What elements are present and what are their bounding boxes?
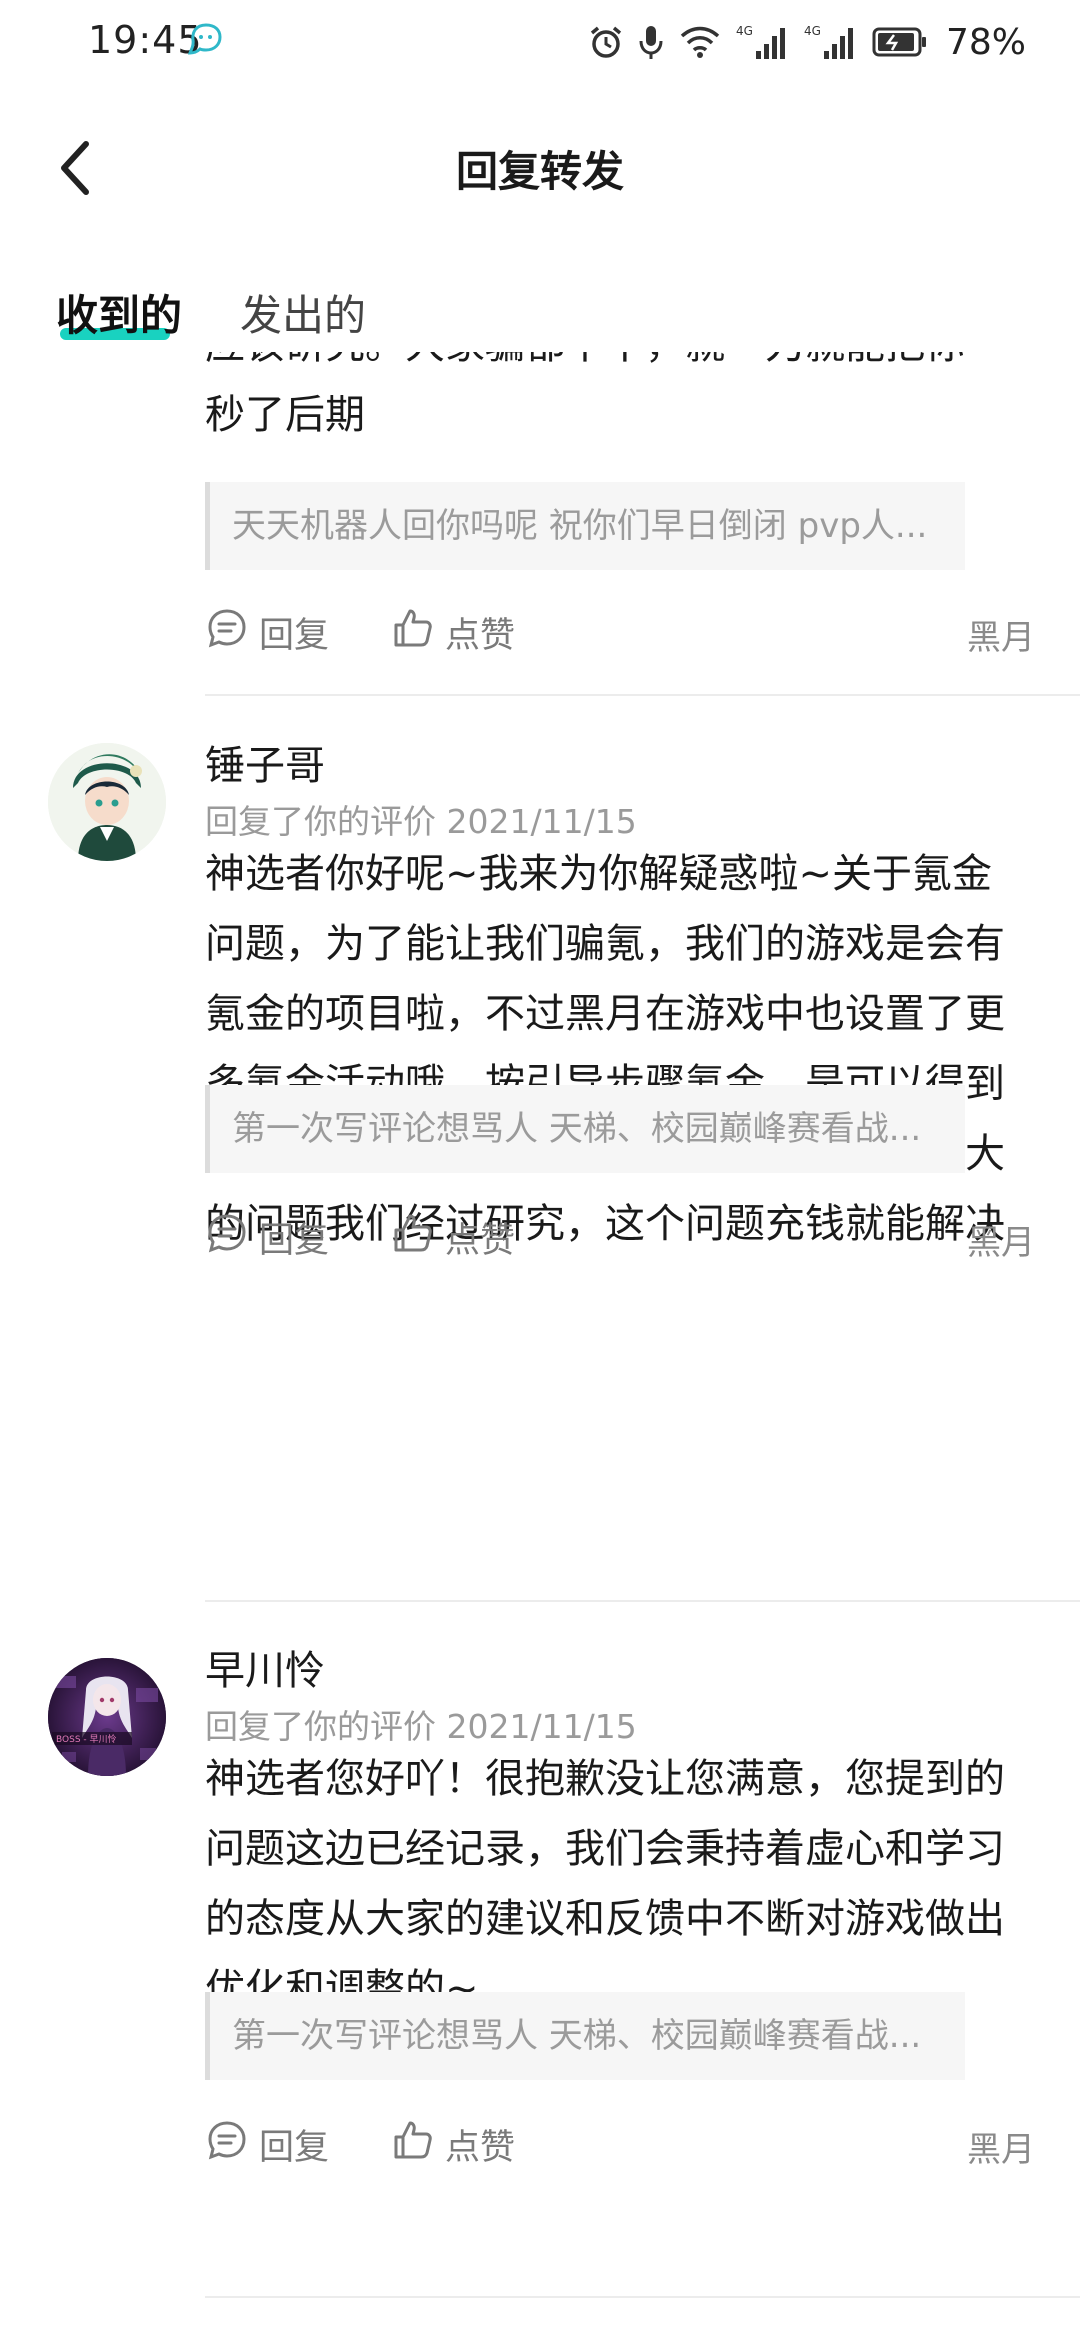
reply-meta: 回复了你的评价 2021/11/15 [205,802,637,841]
alarm-icon [588,24,624,60]
comment-icon [205,606,249,659]
reply-card: BOSS - 早川怜 早川怜 回复了你的评价 2021/11/15 神选者您好吖… [0,1602,1080,2340]
comment-icon [205,1211,249,1264]
reply-button[interactable]: 回复 [205,1211,329,1264]
wifi-icon [678,24,722,60]
username[interactable]: 锤子哥 [205,733,325,791]
thumbs-up-icon [391,2118,435,2171]
divider [205,694,1080,696]
reply-body-line: 秒了后期 [205,392,365,438]
like-button[interactable]: 点赞 [391,2118,515,2171]
svg-text:4G: 4G [736,24,753,38]
card-actions: 回复 点赞 黑月 [205,606,1035,666]
thumbs-up-icon [391,1211,435,1264]
quoted-review[interactable]: 第一次写评论想骂人 天梯、校园巅峰赛看战... [205,1992,965,2080]
like-label: 点赞 [445,1221,516,1261]
battery-percent: 78% [945,21,1026,63]
notification-bubble-icon [187,22,224,58]
reply-card: 锤子哥 回复了你的评价 2021/11/15 神选者你好呢~我来为你解疑惑啦~关… [0,697,1080,1302]
avatar[interactable]: BOSS - 早川怜 [48,1658,166,1776]
tab-bar: 收到的 发出的 [0,272,1080,352]
reply-body: 神选者您好吖！很抱歉没让您满意，您提到的问题这边已经记录，我们会秉持着虚心和学习… [205,1756,1005,2012]
thumbs-up-icon [391,606,435,659]
divider [205,2296,1080,2298]
like-label: 点赞 [445,616,516,656]
quoted-review[interactable]: 第一次写评论想骂人 天梯、校园巅峰赛看战... [205,1085,965,1173]
svg-text:BOSS - 早川怜: BOSS - 早川怜 [56,1733,117,1745]
source-label: 黑月 [967,618,1035,658]
like-label: 点赞 [445,2128,516,2168]
tab-received[interactable]: 收到的 [56,282,182,343]
reply-feed[interactable]: 应该研究。大家骗都不干，就一刀就能把你 秒了后期 天天机器人回你吗呢 祝你们早日… [0,352,1080,2340]
battery-icon [872,26,928,58]
signal-4g-icon-2: 4G [804,23,858,61]
reply-meta: 回复了你的评价 2021/11/15 [205,1707,637,1746]
source-label: 黑月 [967,1223,1035,1263]
svg-text:4G: 4G [804,24,821,38]
source-label: 黑月 [967,2130,1035,2170]
card-actions: 回复 点赞 黑月 [205,1211,1035,1271]
status-time: 19:45 [88,18,203,62]
reply-label: 回复 [259,616,330,656]
reply-card: 应该研究。大家骗都不干，就一刀就能把你 秒了后期 天天机器人回你吗呢 祝你们早日… [0,352,1080,697]
signal-4g-icon-1: 4G [736,23,790,61]
status-bar: 19:45 4G 4G 78% [0,0,1080,84]
status-icons: 4G 4G 78% [588,18,1026,66]
microphone-icon [638,23,664,61]
comment-icon [205,2118,249,2171]
username[interactable]: 早川怜 [205,1638,325,1696]
header: 回复转发 [0,96,1080,236]
reply-button[interactable]: 回复 [205,606,329,659]
reply-button[interactable]: 回复 [205,2118,329,2171]
like-button[interactable]: 点赞 [391,606,515,659]
reply-body-line: 应该研究。大家骗都不干，就一刀就能把你 [205,352,1025,380]
reply-label: 回复 [259,2128,330,2168]
card-actions: 回复 点赞 黑月 [205,2118,1035,2178]
reply-label: 回复 [259,1221,330,1261]
reply-body: 应该研究。大家骗都不干，就一刀就能把你 秒了后期 [205,352,1025,450]
like-button[interactable]: 点赞 [391,1211,515,1264]
tab-sent[interactable]: 发出的 [240,282,366,343]
reply-body: 神选者你好呢~我来为你解疑惑啦~关于氪金问题，为了能让我们骗氪，我们的游戏是会有… [205,851,1005,1247]
avatar[interactable] [48,743,166,861]
page-title: 回复转发 [455,147,624,196]
quoted-review[interactable]: 天天机器人回你吗呢 祝你们早日倒闭 pvp人... [205,482,965,570]
